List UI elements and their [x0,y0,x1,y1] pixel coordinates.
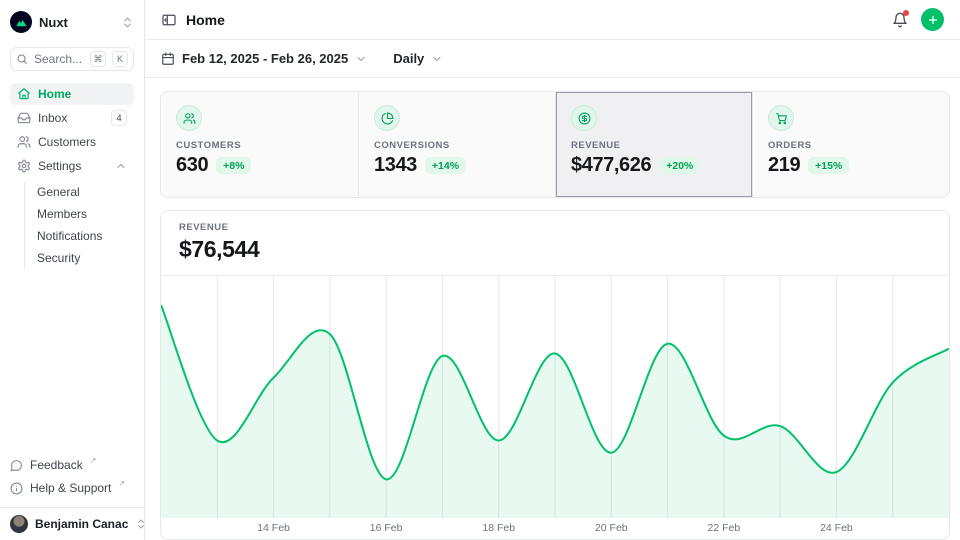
stat-value: 219 [768,154,800,177]
x-axis: 14 Feb 16 Feb 18 Feb 20 Feb 22 Feb 24 Feb [161,518,949,539]
panel-collapse-icon [161,12,177,28]
home-icon [17,87,31,101]
sidebar-item-home[interactable]: Home [10,83,134,105]
topbar-actions [892,8,944,31]
sidebar-item-customers[interactable]: Customers [10,131,134,153]
inbox-icon [17,111,31,125]
x-axis-tick-label: 20 Feb [595,522,628,534]
sidebar-item-security[interactable]: Security [25,247,134,269]
x-axis-tick-label: 16 Feb [370,522,403,534]
stat-label: ORDERS [768,140,934,151]
stat-card-customers[interactable]: CUSTOMERS 630 +8% [161,92,358,197]
search-icon [16,53,28,65]
filters-toolbar: Feb 12, 2025 - Feb 26, 2025 Daily [145,40,960,78]
sidebar-item-label: Settings [38,159,81,173]
users-icon [176,105,202,131]
settings-subnav: General Members Notifications Security [24,181,134,269]
stat-delta-badge: +8% [216,157,251,174]
search-placeholder: Search... [34,52,84,66]
inbox-count-badge: 4 [111,110,127,126]
sidebar-item-members[interactable]: Members [25,203,134,225]
calendar-icon [161,52,175,66]
main-area: Home Feb 12, 2025 - Feb 26, 2025 Da [145,0,960,540]
revenue-chart-svg [161,276,949,518]
chart-header: REVENUE $76,544 [161,211,949,276]
granularity-value: Daily [393,51,424,66]
granularity-select[interactable]: Daily [393,51,443,66]
stat-delta-badge: +14% [425,157,466,174]
sidebar-item-label: Inbox [38,111,67,125]
sidebar-item-label: Home [38,87,71,101]
notification-dot [903,10,909,16]
stat-value: $477,626 [571,154,651,177]
sidebar-nav: Home Inbox 4 Customers Settings Genera [10,83,134,269]
dollar-circle-icon [571,105,597,131]
avatar [10,515,28,533]
help-support-link[interactable]: Help & Support ↗ [10,478,134,498]
info-circle-icon [10,482,23,495]
page-title: Home [186,12,225,28]
chart-metric-label: REVENUE [179,222,931,233]
nuxt-logo-icon [10,11,32,33]
dashboard-content: CUSTOMERS 630 +8% CONVERSIONS 1343 +14% [145,78,960,540]
topbar: Home [145,0,960,40]
stat-value: 630 [176,154,208,177]
x-axis-tick-label: 18 Feb [482,522,515,534]
stat-card-orders[interactable]: ORDERS 219 +15% [752,92,949,197]
stat-delta-badge: +15% [808,157,849,174]
external-link-icon: ↗ [118,479,125,488]
kbd-cmd: ⌘ [90,51,106,67]
sidebar-footer: Feedback ↗ Help & Support ↗ [0,455,144,507]
stat-label: REVENUE [571,140,737,151]
revenue-area-chart[interactable] [161,276,949,518]
search-input[interactable]: Search... ⌘ K [10,47,134,71]
x-axis-tick-label: 24 Feb [820,522,853,534]
chart-metric-value: $76,544 [179,236,931,263]
workspace-name: Nuxt [39,15,114,30]
kbd-k: K [112,51,128,67]
chat-bubble-icon [10,459,23,472]
stat-label: CUSTOMERS [176,140,343,151]
stat-card-conversions[interactable]: CONVERSIONS 1343 +14% [358,92,555,197]
notifications-button[interactable] [892,12,908,28]
feedback-link[interactable]: Feedback ↗ [10,455,134,475]
x-axis-tick-label: 22 Feb [707,522,740,534]
sidebar-item-general[interactable]: General [25,181,134,203]
stat-card-revenue[interactable]: REVENUE $477,626 +20% [555,92,752,197]
pie-chart-icon [374,105,400,131]
date-range-picker[interactable]: Feb 12, 2025 - Feb 26, 2025 [161,51,367,66]
chevron-up-icon [115,160,127,172]
external-link-icon: ↗ [90,456,97,465]
user-menu[interactable]: Benjamin Canac [0,507,144,540]
cart-icon [768,105,794,131]
sidebar-item-inbox[interactable]: Inbox 4 [10,107,134,129]
stat-label: CONVERSIONS [374,140,540,151]
user-name: Benjamin Canac [35,517,128,531]
x-axis-tick-label: 14 Feb [257,522,290,534]
plus-icon [927,14,939,26]
chevron-down-icon [355,53,367,65]
gear-icon [17,159,31,173]
sidebar-item-settings[interactable]: Settings [10,155,134,177]
sidebar-item-label: Customers [38,135,96,149]
add-button[interactable] [921,8,944,31]
stat-value: 1343 [374,154,417,177]
date-range-value: Feb 12, 2025 - Feb 26, 2025 [182,51,348,66]
revenue-chart-card: REVENUE $76,544 14 Feb 16 Feb 18 Feb 20 Feb… [160,210,950,540]
stat-delta-badge: +20% [659,157,700,174]
help-support-label: Help & Support [30,481,111,495]
workspace-switcher[interactable]: Nuxt [10,10,134,34]
users-icon [17,135,31,149]
collapse-sidebar-button[interactable] [161,12,177,28]
stats-row: CUSTOMERS 630 +8% CONVERSIONS 1343 +14% [160,91,950,198]
feedback-label: Feedback [30,458,83,472]
sidebar-item-notifications[interactable]: Notifications [25,225,134,247]
chevron-down-icon [431,53,443,65]
chevron-up-down-icon [121,16,134,29]
sidebar: Nuxt Search... ⌘ K Home Inbox 4 [0,0,145,540]
